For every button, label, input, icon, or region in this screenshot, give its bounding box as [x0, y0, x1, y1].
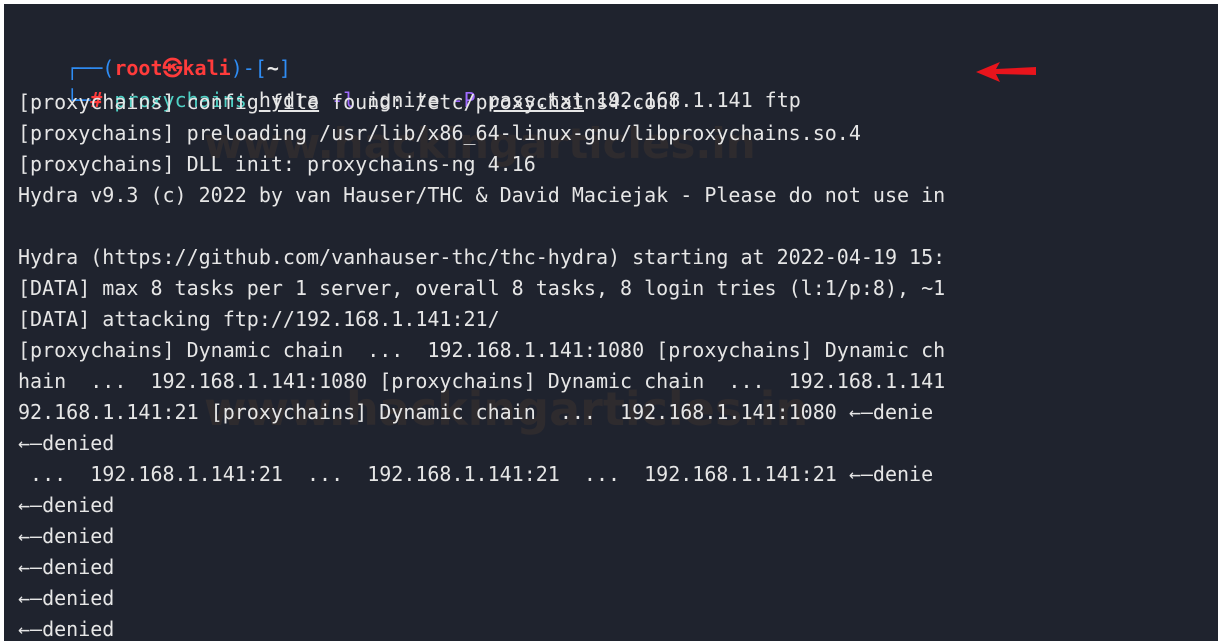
output-line: [proxychains] DLL init: proxychains-ng 4…: [18, 152, 536, 176]
prompt-header-line: ┌──(root㉿kali)-[~]: [18, 23, 291, 80]
output-line: ←—denied: [18, 555, 115, 579]
output-line: [DATA] attacking ftp://192.168.1.141:21/: [18, 307, 500, 331]
output-line: ←—denied: [18, 431, 115, 455]
output-line: ... 192.168.1.141:21 ... 192.168.1.141:2…: [18, 462, 934, 486]
output-line: hain ... 192.168.1.141:1080 [proxychains…: [18, 369, 946, 393]
output-line: ←—denied: [18, 493, 115, 517]
terminal-window[interactable]: www.hackingarticles.in www.hackingarticl…: [4, 4, 1218, 641]
output-line: Hydra v9.3 (c) 2022 by van Hauser/THC & …: [18, 183, 946, 207]
output-line: Hydra (https://github.com/vanhauser-thc/…: [18, 245, 946, 269]
output-line: [DATA] max 8 tasks per 1 server, overall…: [18, 276, 946, 300]
output-line: [proxychains] Dynamic chain ... 192.168.…: [18, 338, 946, 362]
output-line: [proxychains] preloading /usr/lib/x86_64…: [18, 121, 861, 145]
output-line: ←—denied: [18, 617, 115, 641]
output-line: [proxychains] config file found: /etc/pr…: [18, 90, 681, 114]
red-arrow-left-icon: [976, 62, 1036, 82]
command-line[interactable]: └─# proxychains hydra -l ignite -P pass.…: [18, 55, 801, 112]
output-line: ←—denied: [18, 586, 115, 610]
output-line: ←—denied: [18, 524, 115, 548]
output-line: 92.168.1.141:21 [proxychains] Dynamic ch…: [18, 400, 934, 424]
